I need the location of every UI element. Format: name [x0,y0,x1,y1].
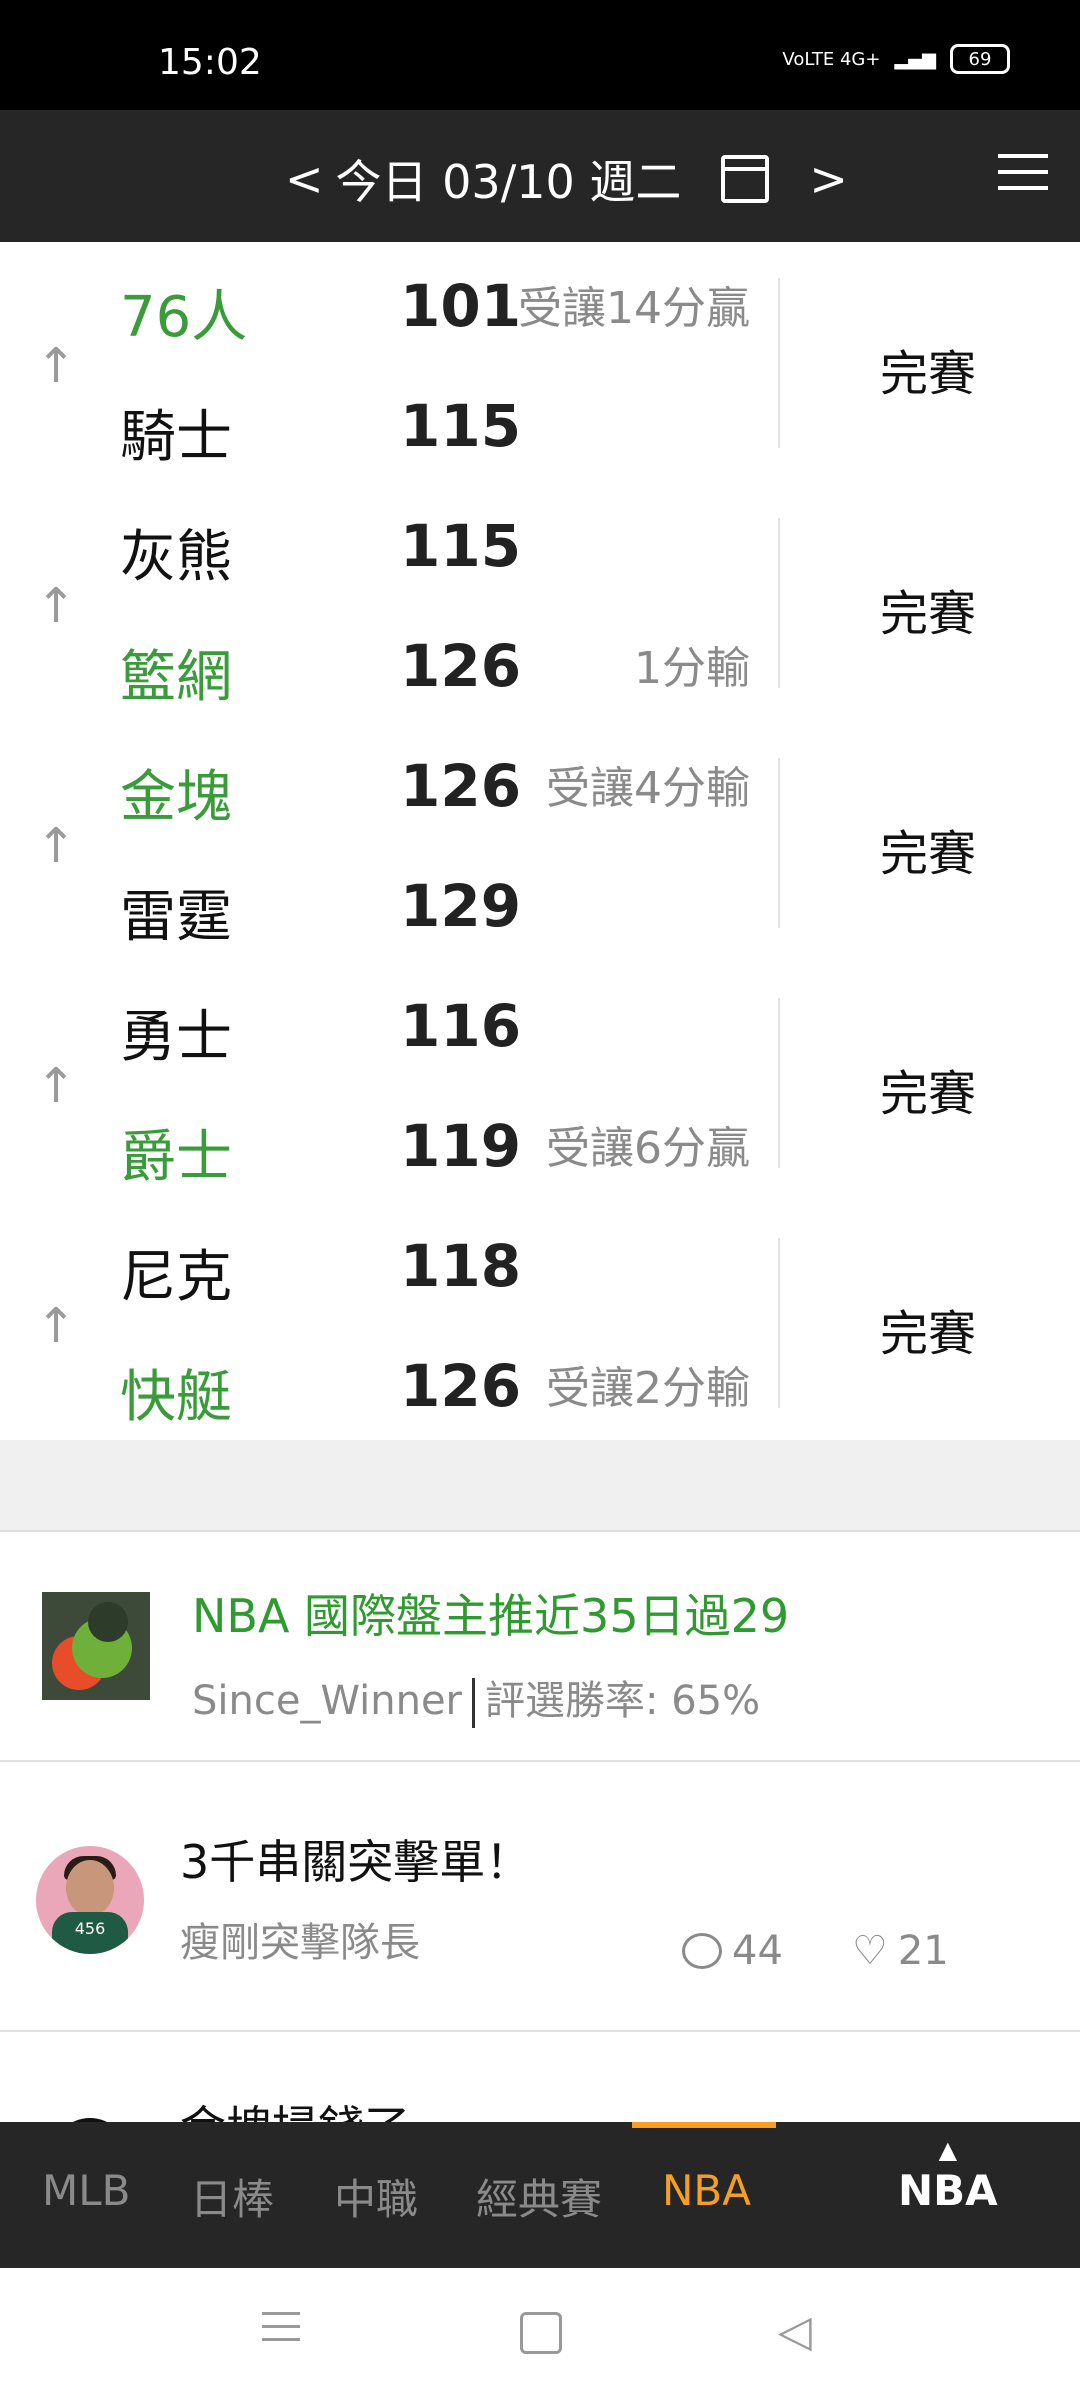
post-meta: Since_Winner 評選勝率: 65% [192,1668,760,1728]
game-status: 完賽 [880,1066,977,1122]
active-tab-indicator [632,2122,776,2128]
like-count-value: 21 [897,1928,949,1974]
home-icon[interactable] [520,2312,562,2354]
home-team-name: 快艇 [120,1365,232,1430]
game-status: 完賽 [880,1306,977,1362]
like-count[interactable]: ♡ 21 [852,1928,949,1974]
post-thumbnail [42,1592,150,1700]
heart-icon: ♡ [852,1928,888,1974]
away-team-score: 115 [400,512,522,580]
comment-count-value: 44 [732,1928,783,1974]
expand-arrow-icon[interactable]: ↑ [36,578,76,634]
nav-line [262,2338,300,2341]
home-team-score: 115 [400,392,522,460]
away-team-name: 金塊 [120,765,232,830]
home-team-spread: 1分輸 [634,643,750,694]
post-title[interactable]: NBA 國際盤主推近35日過29 [192,1580,789,1646]
signal-icon: ▂▄▆ [894,48,936,70]
section-gap [0,1440,1080,1532]
triangle-up-icon: ▲ [938,2136,958,2164]
nav-line [262,2312,300,2315]
back-icon[interactable]: ◁ [778,2306,812,2357]
network-icon: VoLTE 4G+ [782,48,881,70]
battery-level: 69 [968,48,992,70]
home-team-score: 129 [400,872,522,940]
battery-icon: 69 [950,44,1010,74]
home-team-score: 119 [400,1112,522,1180]
expand-arrow-icon[interactable]: ↑ [36,1058,76,1114]
nav-line [262,2325,300,2328]
avatar[interactable]: 456 [36,1846,144,1954]
home-team-name: 騎士 [120,405,232,470]
game-status: 完賽 [880,826,977,882]
post-item[interactable]: NBA 國際盤主推近35日過29 Since_Winner 評選勝率: 65% [0,1532,1080,1762]
tab-nba[interactable]: NBA [662,2166,751,2215]
tab-cpbl[interactable]: 中職 [334,2166,418,2227]
post-author[interactable]: 瘦剛突擊隊長 [180,1910,420,1968]
home-team-name: 籃網 [120,645,232,710]
separator [472,1678,475,1728]
status-icons: VoLTE 4G+ ▂▄▆ 69 [782,44,1010,74]
league-picker-button[interactable]: ▲ NBA [898,2138,998,2215]
win-rate: 評選勝率: 65% [485,1678,761,1724]
menu-line [998,170,1048,174]
tab-wbc[interactable]: 經典賽 [476,2166,602,2227]
game-status: 完賽 [880,346,977,402]
status-bar: 15:02 VoLTE 4G+ ▂▄▆ 69 [0,0,1080,110]
home-team-score: 126 [400,1352,522,1420]
menu-line [998,186,1048,190]
divider [778,518,780,688]
prev-day-button[interactable]: < [285,152,324,206]
away-team-spread: 受讓14分贏 [518,283,750,334]
expand-arrow-icon[interactable]: ↑ [36,338,76,394]
away-team-name: 76人 [120,285,248,350]
league-tab-bar: MLB 日棒 中職 經典賽 NBA ▲ NBA [0,2122,1080,2268]
next-day-button[interactable]: > [809,152,848,206]
game-row[interactable]: ↑ 尼克 118 快艇 126 受讓2分輸 完賽 [0,1202,1080,1445]
divider [778,758,780,928]
home-team-spread: 受讓6分贏 [546,1123,750,1174]
comment-icon [682,1933,722,1969]
expand-arrow-icon[interactable]: ↑ [36,1298,76,1354]
game-row[interactable]: ↑ 金塊 126 受讓4分輸 雷霆 129 完賽 [0,722,1080,965]
away-team-spread: 受讓4分輸 [546,763,750,814]
game-status: 完賽 [880,586,977,642]
avatar-body: 456 [52,1912,128,1954]
away-team-score: 116 [400,992,522,1060]
game-row[interactable]: ↑ 灰熊 115 籃網 126 1分輸 完賽 [0,482,1080,725]
away-team-name: 尼克 [120,1245,232,1310]
recent-apps-icon[interactable] [262,2312,300,2351]
divider [778,278,780,448]
home-team-name: 雷霆 [120,885,232,950]
avatar-head [66,1860,114,1916]
away-team-score: 101 [400,272,522,340]
away-team-name: 勇士 [120,1005,232,1070]
post-title[interactable]: 3千串關突擊單！ [180,1826,531,1892]
system-nav-bar: ◁ [0,2268,1080,2400]
league-picker-label: NBA [898,2166,998,2215]
away-team-score: 126 [400,752,522,820]
game-row[interactable]: ↑ 76人 101 受讓14分贏 騎士 115 完賽 [0,242,1080,485]
comment-count[interactable]: 44 [682,1928,783,1974]
tab-mlb[interactable]: MLB [42,2166,130,2215]
hamburger-menu-button[interactable] [998,154,1048,196]
status-time: 15:02 [158,42,262,83]
home-team-spread: 受讓2分輸 [546,1363,750,1414]
menu-line [998,154,1048,158]
game-row[interactable]: ↑ 勇士 116 爵士 119 受讓6分贏 完賽 [0,962,1080,1205]
away-team-name: 灰熊 [120,525,232,590]
post-author[interactable]: Since_Winner [192,1678,462,1724]
expand-arrow-icon[interactable]: ↑ [36,818,76,874]
away-team-score: 118 [400,1232,522,1300]
top-bar: < 今日 03/10 週二 > [0,110,1080,242]
home-team-name: 爵士 [120,1125,232,1190]
divider [778,1238,780,1408]
home-team-score: 126 [400,632,522,700]
divider [778,998,780,1168]
date-label[interactable]: 今日 03/10 週二 [336,146,682,212]
calendar-icon[interactable] [721,155,770,203]
date-nav: < 今日 03/10 週二 > [285,146,848,212]
post-item[interactable]: 456 3千串關突擊單！ 瘦剛突擊隊長 44 ♡ 21 [0,1762,1080,2032]
tab-npb[interactable]: 日棒 [190,2166,274,2227]
